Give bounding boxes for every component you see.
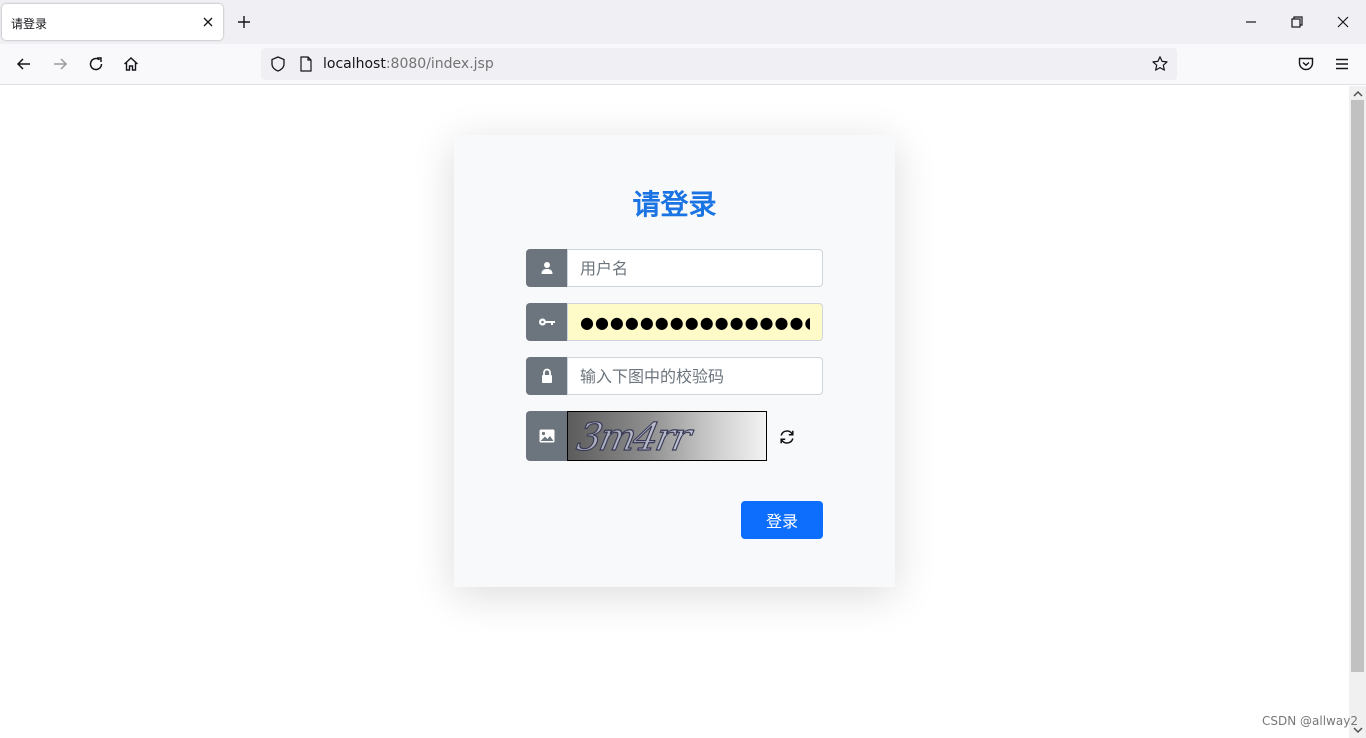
menu-icon[interactable] xyxy=(1332,54,1352,74)
restore-icon[interactable] xyxy=(1287,12,1307,32)
tab-title: 请登录 xyxy=(11,17,48,31)
pocket-icon[interactable] xyxy=(1296,54,1316,74)
login-card: 请登录 用户名 ●●●●●●●●●●●●●●●● 输入下图中的校验码 3m4rr… xyxy=(454,135,895,587)
username-group xyxy=(526,249,823,287)
password-group xyxy=(526,303,823,341)
page-info-icon[interactable] xyxy=(297,55,315,73)
bookmark-star-icon[interactable] xyxy=(1151,55,1169,73)
shield-icon[interactable] xyxy=(269,55,287,73)
captcha-input[interactable] xyxy=(567,357,823,395)
username-input[interactable] xyxy=(567,249,823,287)
back-icon[interactable] xyxy=(14,54,34,74)
image-icon xyxy=(526,411,567,461)
lock-icon xyxy=(526,357,567,395)
captcha-image[interactable]: 3m4rr xyxy=(567,411,767,461)
captcha-input-group xyxy=(526,357,823,395)
url-host: localhost xyxy=(323,56,386,72)
scrollbar-thumb[interactable] xyxy=(1351,100,1364,672)
person-icon xyxy=(526,249,567,287)
address-bar[interactable]: localhost:8080/index.jsp xyxy=(261,48,1177,80)
new-tab-icon[interactable] xyxy=(234,12,254,32)
captcha-text: 3m4rr xyxy=(573,414,694,459)
browser-tab[interactable]: 请登录 xyxy=(2,4,223,40)
close-tab-icon[interactable] xyxy=(199,13,217,31)
refresh-icon[interactable] xyxy=(778,428,796,446)
scroll-up-icon[interactable] xyxy=(1350,87,1366,101)
home-icon[interactable] xyxy=(121,54,141,74)
tab-strip: 请登录 xyxy=(0,0,1366,44)
key-icon xyxy=(526,303,567,341)
navigation-toolbar: localhost:8080/index.jsp xyxy=(0,44,1366,85)
reload-icon[interactable] xyxy=(86,54,106,74)
captcha-image-group: 3m4rr xyxy=(526,411,767,461)
password-input[interactable] xyxy=(567,303,823,341)
close-window-icon[interactable] xyxy=(1333,12,1353,32)
url-path: :8080/index.jsp xyxy=(385,56,494,72)
watermark: CSDN @allway2 xyxy=(1262,714,1358,728)
url-text[interactable]: localhost:8080/index.jsp xyxy=(323,56,494,72)
minimize-icon[interactable] xyxy=(1241,12,1261,32)
forward-icon[interactable] xyxy=(50,54,70,74)
login-button[interactable]: 登录 xyxy=(741,501,823,539)
page-title: 请登录 xyxy=(632,188,717,221)
